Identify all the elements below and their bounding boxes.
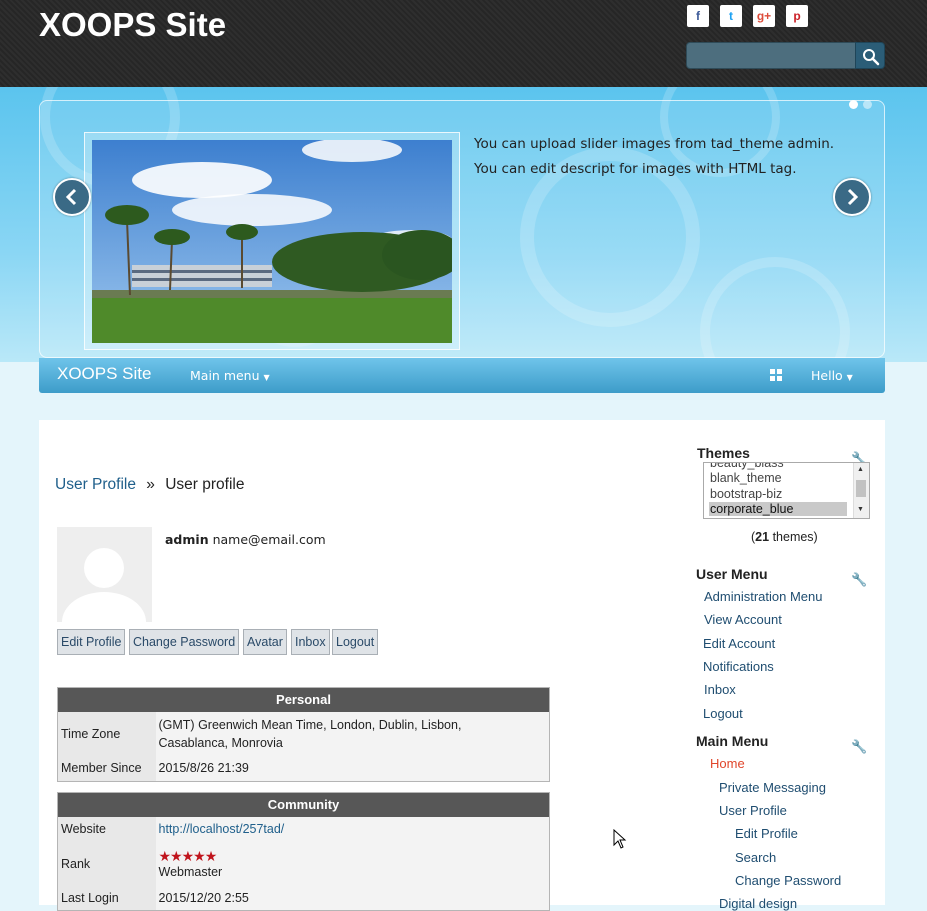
apps-grid-icon[interactable] [770,369,782,381]
rank-value: ★★★★★ Webmaster [155,840,550,887]
theme-select[interactable]: beauty_blass blank_theme bootstrap-biz c… [703,462,870,519]
menu-item-user-profile[interactable]: User Profile [719,803,787,818]
breadcrumb-separator: » [146,476,155,493]
menu-item-private-messaging[interactable]: Private Messaging [719,780,826,795]
user-silhouette-icon [62,548,146,622]
search-button[interactable] [855,42,885,69]
wrench-icon[interactable]: 🔧 [851,740,867,755]
menu-item-search[interactable]: Search [735,850,776,865]
search-input[interactable] [686,42,856,69]
caret-down-icon: ▼ [263,373,270,382]
menu-item-logout[interactable]: Logout [703,706,743,721]
theme-option-selected[interactable]: corporate_blue [709,502,847,516]
themes-block-title: Themes [697,445,750,461]
mouse-cursor-icon [613,829,627,849]
logout-button[interactable]: Logout [332,629,379,655]
username: admin [165,532,209,547]
breadcrumb-current: User profile [165,476,245,493]
slider-dot-1[interactable] [849,100,858,109]
avatar [57,527,152,622]
hello-dropdown[interactable]: Hello ▼ [811,368,853,383]
website-label: Website [57,816,156,841]
slider-next-button[interactable] [833,178,871,216]
theme-select-scrollbar[interactable]: ▲ ▼ [853,463,869,518]
search-icon [863,49,880,66]
avatar-button[interactable]: Avatar [243,629,287,655]
change-password-button[interactable]: Change Password [129,629,240,655]
navbar: XOOPS Site Main menu ▼ Hello ▼ [39,358,885,393]
menu-item-view-account[interactable]: View Account [704,612,782,627]
slide-caption-line-1: You can upload slider images from tad_th… [474,136,835,152]
menu-item-administration[interactable]: Administration Menu [704,589,823,604]
main-menu-title: Main Menu [696,733,769,749]
slide-caption-line-2: You can edit descript for images with HT… [474,161,797,177]
timezone-label: Time Zone [57,711,156,756]
user-email: name@email.com [212,532,326,547]
slider-prev-button[interactable] [53,178,91,216]
slider-dot-2[interactable] [863,100,872,109]
google-plus-icon[interactable]: g+ [753,5,775,27]
twitter-icon[interactable]: t [720,5,742,27]
site-title[interactable]: XOOPS Site [39,6,226,44]
edit-profile-button[interactable]: Edit Profile [57,629,126,655]
navbar-brand[interactable]: XOOPS Site [57,364,151,384]
personal-heading: Personal [57,687,550,712]
rank-title: Webmaster [158,865,223,879]
facebook-icon[interactable]: f [687,5,709,27]
theme-option[interactable]: blank_theme [710,471,782,485]
caret-down-icon: ▼ [846,373,853,382]
last-login-value: 2015/12/20 2:55 [155,886,550,911]
menu-item-digital-design[interactable]: Digital design [719,896,797,911]
breadcrumb-user-profile-link[interactable]: User Profile [55,476,136,493]
rank-stars-icon: ★★★★★ [158,848,218,864]
menu-item-edit-account[interactable]: Edit Account [703,636,775,651]
menu-item-edit-profile[interactable]: Edit Profile [735,826,798,841]
chevron-left-icon [65,188,77,206]
breadcrumb: User Profile » User profile [55,476,244,494]
menu-item-inbox[interactable]: Inbox [704,682,736,697]
theme-option[interactable]: beauty_blass [710,463,784,470]
theme-option[interactable]: bootstrap-biz [710,487,782,501]
slide-image[interactable] [92,140,452,343]
main-menu-dropdown[interactable]: Main menu ▼ [190,368,270,383]
user-identity: admin name@email.com [165,532,326,547]
inbox-button[interactable]: Inbox [291,629,330,655]
theme-count: (21 themes) [751,530,818,544]
wrench-icon[interactable]: 🔧 [851,573,867,588]
menu-item-change-password[interactable]: Change Password [735,873,841,888]
last-login-label: Last Login [57,886,156,911]
slide-image-frame [84,132,460,350]
website-link[interactable]: http://localhost/257tad/ [159,822,285,836]
pinterest-icon[interactable]: p [786,5,808,27]
menu-item-home[interactable]: Home [710,756,745,771]
timezone-value: (GMT) Greenwich Mean Time, London, Dubli… [155,711,550,756]
rank-label: Rank [57,840,156,887]
chevron-right-icon [847,188,859,206]
personal-table: Personal Time Zone (GMT) Greenwich Mean … [57,687,550,782]
member-since-value: 2015/8/26 21:39 [155,755,550,782]
user-menu-title: User Menu [696,566,768,582]
member-since-label: Member Since [57,755,156,782]
menu-item-notifications[interactable]: Notifications [703,659,774,674]
community-heading: Community [57,792,550,817]
community-table: Community Website http://localhost/257ta… [57,792,550,911]
